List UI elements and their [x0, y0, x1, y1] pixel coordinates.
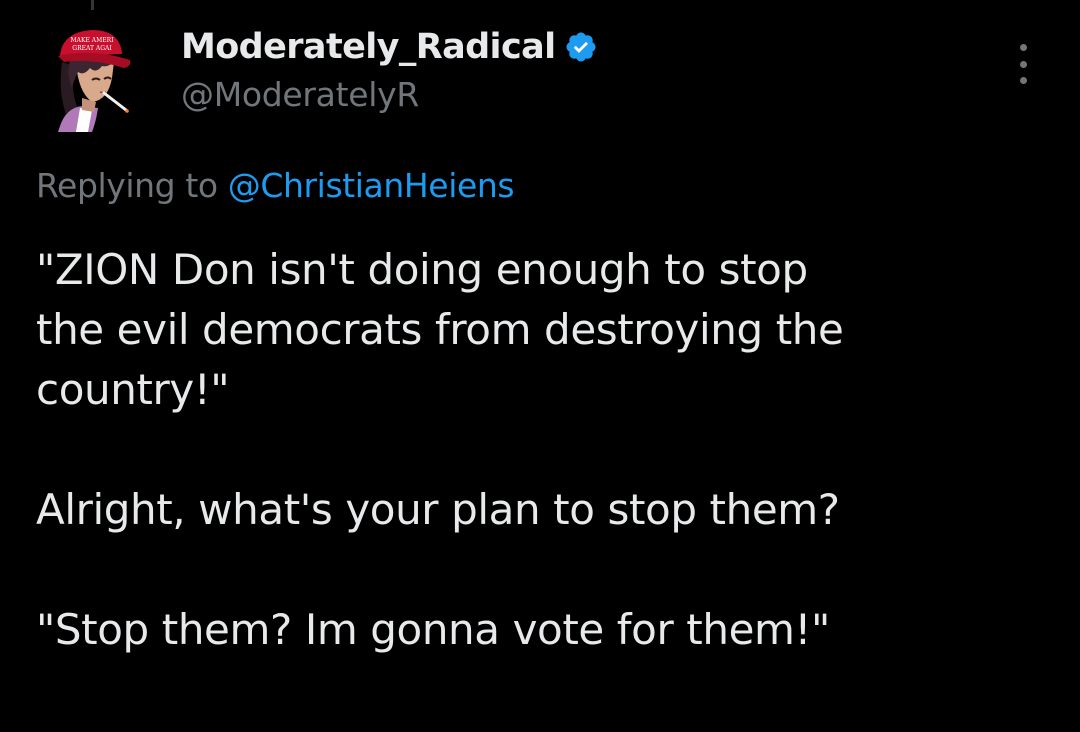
- author-avatar[interactable]: MAKE AMERI GREAT AGAI: [52, 22, 132, 132]
- author-display-name[interactable]: Moderately_Radical: [181, 27, 556, 67]
- more-vertical-icon-dot: [1019, 60, 1027, 68]
- author-handle[interactable]: @ModeratelyR: [181, 75, 419, 114]
- more-options-button[interactable]: [1008, 42, 1038, 86]
- verified-badge-icon: [565, 32, 596, 62]
- replying-to-line: Replying to @ChristianHeiens: [36, 166, 515, 205]
- tweet-line: "Stop them? Im gonna vote for them!": [36, 605, 830, 654]
- tweet-line: Alright, what's your plan to stop them?: [36, 485, 840, 534]
- tweet-line: country!": [36, 365, 230, 414]
- tweet-paragraph: "ZION Don isn't doing enough to stop the…: [36, 240, 1046, 420]
- tweet-line: the evil democrats from destroying the: [36, 305, 844, 354]
- more-vertical-icon-dot: [1019, 44, 1027, 51]
- tweet-text: "ZION Don isn't doing enough to stop the…: [36, 240, 1046, 660]
- maga-hat-avatar-icon: MAKE AMERI GREAT AGAI: [58, 30, 131, 132]
- tweet-line: "ZION Don isn't doing enough to stop: [36, 245, 808, 294]
- replying-to-mention-link[interactable]: @ChristianHeiens: [228, 166, 515, 205]
- author-name-row[interactable]: Moderately_Radical: [181, 25, 598, 69]
- thread-connector-line: [91, 0, 94, 10]
- avatar-hat-text-1: MAKE AMERI: [71, 37, 115, 44]
- tweet-paragraph: Alright, what's your plan to stop them?: [36, 480, 1046, 540]
- more-vertical-icon-dot: [1019, 77, 1027, 84]
- avatar-hat-text-2: GREAT AGAI: [72, 45, 112, 52]
- replying-to-prefix: Replying to: [36, 166, 218, 205]
- tweet-paragraph: "Stop them? Im gonna vote for them!": [36, 600, 1046, 660]
